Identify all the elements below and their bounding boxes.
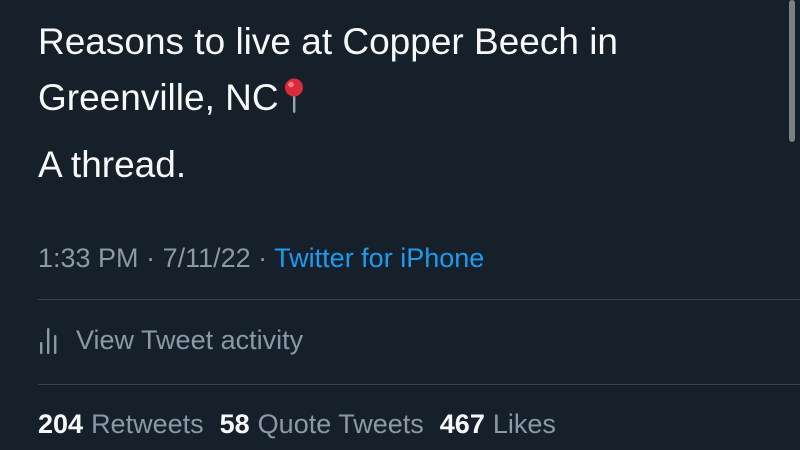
tweet-text-line-3: A thread. <box>38 144 187 185</box>
tweet-text-line-2-wrapper: Greenville, NC <box>38 70 758 126</box>
view-tweet-activity-label: View Tweet activity <box>76 324 304 355</box>
meta-separator: · <box>250 243 275 273</box>
tweet-text-line-1: Reasons to live at Copper Beech in <box>38 21 619 62</box>
tweet-detail: Reasons to live at Copper Beech in Green… <box>0 0 800 450</box>
tweet-body: Reasons to live at Copper Beech in Green… <box>38 14 758 126</box>
tweet-time[interactable]: 1:33 PM <box>38 243 139 273</box>
tweet-text-line-2: Greenville, NC <box>38 77 279 118</box>
divider <box>38 384 800 385</box>
bar-chart-icon <box>40 328 57 354</box>
meta-separator: · <box>138 243 163 273</box>
likes-stat[interactable]: 467 Likes <box>440 406 556 442</box>
round-pushpin-icon <box>284 78 303 113</box>
retweets-label: Retweets <box>91 409 204 439</box>
quote-tweets-count: 58 <box>219 409 250 439</box>
divider <box>38 299 800 300</box>
tweet-date[interactable]: 7/11/22 <box>163 243 251 273</box>
scrollbar[interactable] <box>789 0 795 142</box>
retweets-count: 204 <box>38 409 84 439</box>
tweet-meta: 1:33 PM · 7/11/22 · Twitter for iPhone <box>38 240 484 276</box>
view-tweet-activity-button[interactable]: View Tweet activity <box>38 322 303 358</box>
quote-tweets-stat[interactable]: 58 Quote Tweets <box>220 406 424 442</box>
quote-tweets-label: Quote Tweets <box>257 409 424 439</box>
likes-count: 467 <box>439 409 485 439</box>
tweet-source-link[interactable]: Twitter for iPhone <box>274 243 484 273</box>
likes-label: Likes <box>492 409 556 439</box>
retweets-stat[interactable]: 204 Retweets <box>38 406 204 442</box>
tweet-stats: 204 Retweets 58 Quote Tweets 467 Likes <box>38 406 572 442</box>
